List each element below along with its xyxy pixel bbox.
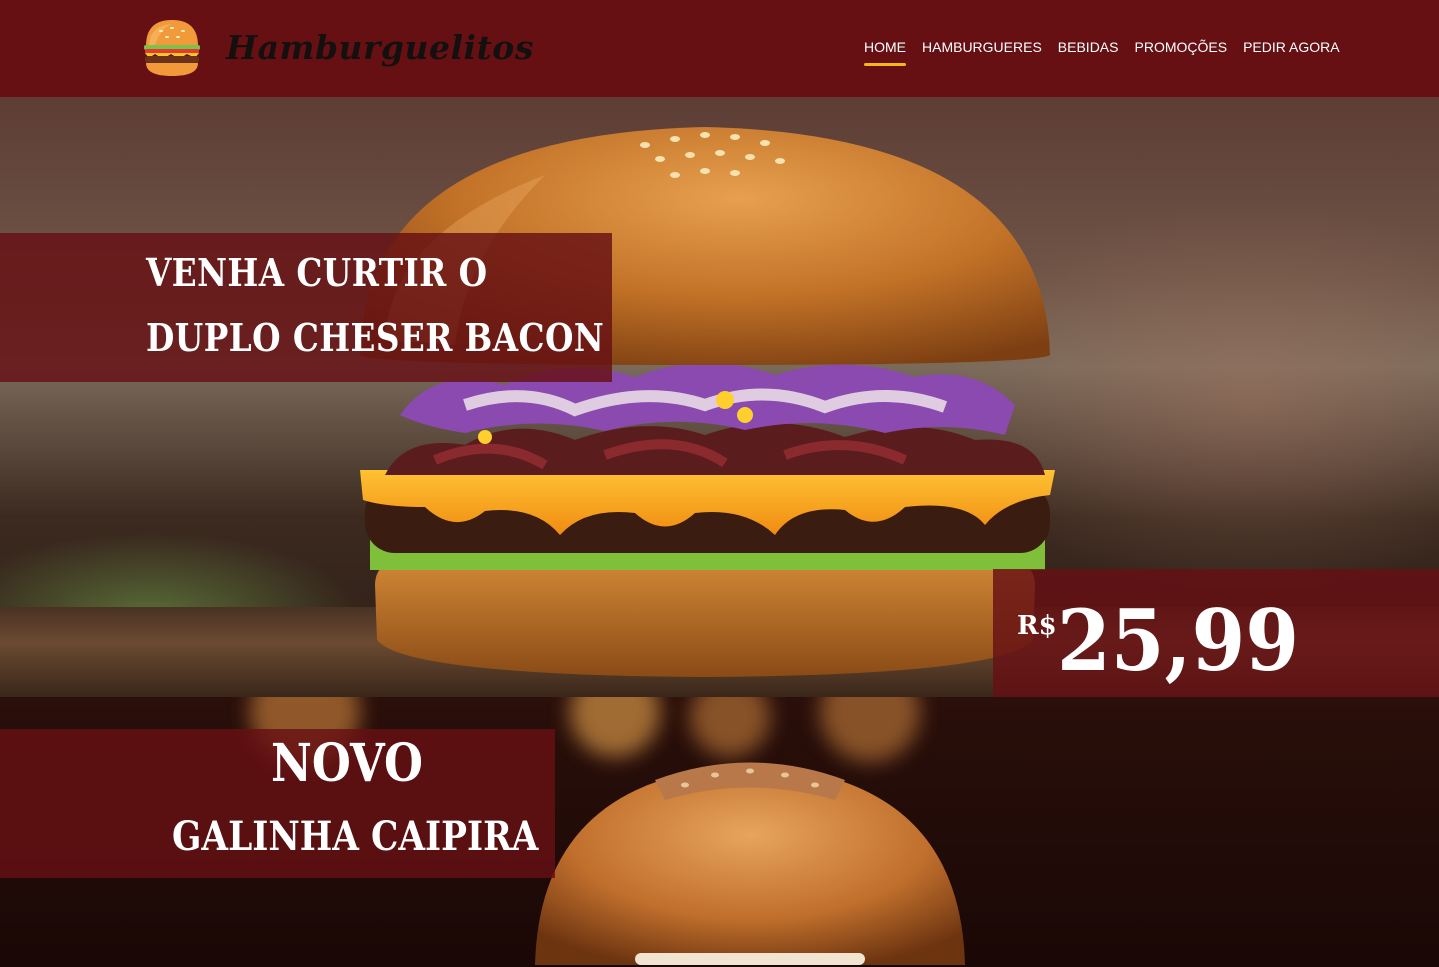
hamburger-icon[interactable] [141, 18, 203, 78]
main-nav: HOME HAMBURGUERES BEBIDAS PROMOÇÕES PEDI… [864, 39, 1340, 66]
price-currency: R$ [1017, 611, 1057, 641]
new-product-name: GALINHA CAIPIRA [172, 813, 539, 860]
new-product-banner: NOVO GALINHA CAIPIRA [0, 697, 1439, 967]
nav-promocoes[interactable]: PROMOÇÕES [1135, 39, 1228, 59]
new-label: NOVO [271, 733, 423, 794]
nav-hamburgueres[interactable]: HAMBURGUERES [922, 39, 1042, 59]
promo-line-2: DUPLO CHESER BACON [146, 315, 605, 360]
promo-banner: VENHA CURTIR O DUPLO CHESER BACON [0, 233, 612, 382]
nav-bebidas[interactable]: BEBIDAS [1058, 39, 1119, 59]
navbar: Hamburguelitos HOME HAMBURGUERES BEBIDAS… [0, 0, 1439, 97]
brand-name[interactable]: Hamburguelitos [226, 28, 534, 67]
hero-banner: VENHA CURTIR O DUPLO CHESER BACON R$ 25,… [0, 97, 1439, 697]
burger-photo-2 [535, 762, 965, 965]
price-value: 25,99 [1057, 591, 1300, 690]
burger-photo [360, 127, 1055, 677]
nav-pedir-agora[interactable]: PEDIR AGORA [1243, 39, 1339, 59]
price-tag: R$ 25,99 [993, 569, 1439, 697]
new-product-box: NOVO GALINHA CAIPIRA [0, 729, 555, 878]
promo-line-1: VENHA CURTIR O [146, 250, 488, 295]
nav-home[interactable]: HOME [864, 39, 906, 66]
